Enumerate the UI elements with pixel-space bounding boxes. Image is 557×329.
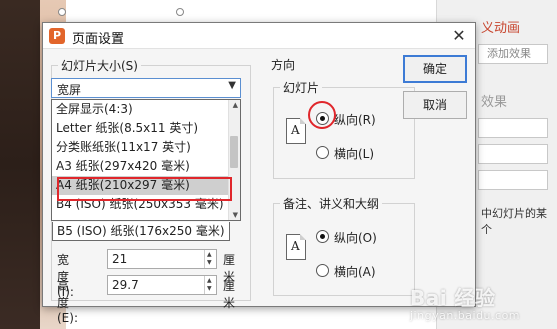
dialog-title: 页面设置 [72, 32, 125, 47]
height-input[interactable]: 29.7 ▲ ▼ [107, 275, 217, 295]
notes-landscape-label[interactable]: 横向(A) [334, 263, 376, 280]
slide-size-value: 宽屏 [57, 83, 82, 97]
notes-portrait-label[interactable]: 纵向(O) [334, 229, 377, 246]
orientation-title: 方向 [271, 58, 296, 72]
spin-down-icon[interactable]: ▼ [207, 285, 212, 292]
radio-checked-icon[interactable] [316, 230, 329, 243]
dropdown-option-fullscreen[interactable]: 全屏显示(4:3) [52, 100, 230, 119]
scrollbar-thumb[interactable] [230, 136, 238, 168]
scroll-up-icon[interactable]: ▲ [233, 101, 238, 109]
add-effect-button[interactable]: 添加效果 [478, 44, 548, 64]
slide-size-dropdown-list: 全屏显示(4:3) Letter 纸张(8.5x11 英寸) 分类账纸张(11x… [51, 99, 241, 221]
slide-resize-handle[interactable] [176, 8, 184, 16]
radio-unchecked-icon[interactable] [316, 264, 329, 277]
slide-orientation-group: 幻灯片 A 纵向(R) 横向(L) [273, 79, 415, 179]
slide-portrait-label[interactable]: 纵向(R) [334, 111, 376, 128]
slide-resize-handle[interactable] [58, 8, 66, 16]
scroll-down-icon[interactable]: ▼ [233, 211, 238, 219]
portrait-page-icon: A [286, 118, 306, 144]
height-label: 高度(E): [57, 279, 78, 325]
dropdown-scrollbar[interactable]: ▲ ▼ [228, 100, 240, 220]
dialog-titlebar[interactable]: P 页面设置 ✕ [43, 23, 475, 49]
close-icon[interactable]: ✕ [449, 26, 469, 46]
spin-up-icon[interactable]: ▲ [207, 277, 212, 284]
page-setup-dialog: P 页面设置 ✕ 幻灯片大小(S) 宽屏 ▼ 全屏显示(4:3) Letter … [42, 22, 476, 325]
width-stepper[interactable]: ▲ ▼ [204, 250, 216, 268]
slide-landscape-label[interactable]: 横向(L) [334, 145, 374, 162]
notes-orientation-group: 备注、讲义和大纲 A 纵向(O) 横向(A) [273, 195, 415, 296]
app-logo-icon: P [49, 28, 65, 44]
spin-down-icon[interactable]: ▼ [207, 259, 212, 266]
effect-option-field[interactable] [478, 144, 548, 164]
slide-size-label: 幻灯片大小(S) [58, 57, 141, 74]
ok-button[interactable]: 确定 [403, 55, 467, 83]
spin-up-icon[interactable]: ▲ [207, 251, 212, 258]
dropdown-option-ledger[interactable]: 分类账纸张(11x17 英寸) [52, 138, 230, 157]
slide-photo-hair [0, 0, 40, 329]
dropdown-option-a3[interactable]: A3 纸张(297x420 毫米) [52, 157, 230, 176]
radio-unchecked-icon[interactable] [316, 146, 329, 159]
effect-label: 效果 [481, 95, 508, 110]
portrait-page-icon: A [286, 234, 306, 260]
slide-orientation-label: 幻灯片 [280, 79, 323, 96]
dropdown-option-letter[interactable]: Letter 纸张(8.5x11 英寸) [52, 119, 230, 138]
animation-pane-title: 义动画 [481, 21, 521, 36]
baidu-watermark: Bai 经验 jingyan.baidu.com [410, 286, 521, 322]
highlight-annotation-portrait [308, 101, 336, 129]
width-value: 21 [112, 252, 128, 266]
width-input[interactable]: 21 ▲ ▼ [107, 249, 217, 269]
animation-pane-note: 中幻灯片的某个 [481, 207, 547, 236]
highlight-annotation-a4 [57, 177, 232, 201]
effect-option-field[interactable] [478, 170, 548, 190]
notes-orientation-label: 备注、讲义和大纲 [280, 195, 383, 212]
dropdown-option-b5[interactable]: B5 (ISO) 纸张(176x250 毫米) [52, 222, 230, 241]
slide-size-select[interactable]: 宽屏 ▼ [51, 78, 241, 98]
effect-option-field[interactable] [478, 118, 548, 138]
height-unit: 厘米 [223, 279, 236, 310]
chevron-down-icon[interactable]: ▼ [228, 80, 236, 91]
height-stepper[interactable]: ▲ ▼ [204, 276, 216, 294]
cancel-button[interactable]: 取消 [403, 91, 467, 119]
height-value: 29.7 [112, 278, 139, 292]
